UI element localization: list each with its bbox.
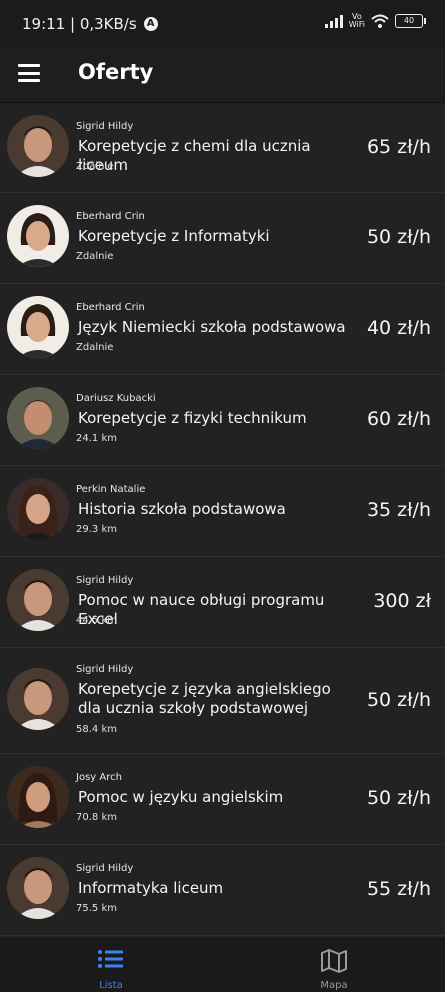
offer-author: Dariusz Kubacki: [76, 393, 156, 404]
avatar: [7, 478, 69, 540]
offer-title: Informatyka liceum: [78, 879, 224, 897]
offer-item[interactable]: Eberhard Crin Język Niemiecki szkoła pod…: [0, 284, 445, 375]
offer-item[interactable]: Sigrid Hildy Korepetycje z chemi dla ucz…: [0, 103, 445, 193]
offer-item[interactable]: Sigrid Hildy Informatyka liceum 75.5 km …: [0, 845, 445, 936]
list-icon: [98, 950, 123, 968]
offer-title: Pomoc w nauce obługi programu Excel: [78, 591, 325, 628]
avatar: [7, 296, 69, 358]
offer-item[interactable]: Eberhard Crin Korepetycje z Informatyki …: [0, 193, 445, 284]
page-title: Oferty: [78, 60, 154, 84]
offer-author: Sigrid Hildy: [76, 863, 134, 874]
offer-location: 70.8 km: [76, 812, 117, 823]
offer-title: Korepetycje z języka angielskiego dla uc…: [78, 680, 331, 717]
app-bar: Oferty: [0, 48, 445, 103]
offer-item[interactable]: Sigrid Hildy Korepetycje z języka angiel…: [0, 648, 445, 754]
offer-item[interactable]: Josy Arch Pomoc w języku angielskim 70.8…: [0, 754, 445, 845]
offer-location: 44.5 km: [76, 615, 117, 626]
offer-location: Zdalnie: [76, 342, 114, 353]
hamburger-menu-icon[interactable]: [18, 64, 40, 82]
offer-author: Eberhard Crin: [76, 211, 145, 222]
status-left: 19:11 | 0,3KB/s A: [22, 15, 158, 33]
status-a-icon: A: [143, 17, 158, 31]
avatar: [7, 205, 69, 267]
bottom-navigation: Lista Mapa: [0, 938, 445, 992]
offer-location: 75.5 km: [76, 903, 117, 914]
offer-item[interactable]: Perkin Natalie Historia szkoła podstawow…: [0, 466, 445, 557]
signal-icon: [324, 14, 343, 28]
offer-title: Korepetycje z chemi dla ucznia liceum: [78, 137, 311, 174]
offer-author: Sigrid Hildy: [76, 664, 134, 675]
offer-title: Historia szkoła podstawowa: [78, 500, 286, 518]
offer-location: 58.4 km: [76, 724, 117, 735]
avatar: [7, 569, 69, 631]
offer-item[interactable]: Dariusz Kubacki Korepetycje z fizyki tec…: [0, 375, 445, 466]
offer-item[interactable]: Sigrid Hildy Pomoc w nauce obługi progra…: [0, 557, 445, 648]
nav-map-label: Mapa: [320, 980, 348, 991]
offer-price: 40 zł/h: [366, 317, 431, 339]
offer-price: 300 zł: [373, 590, 431, 612]
offer-price: 50 zł/h: [366, 226, 431, 248]
avatar: [7, 857, 69, 919]
avatar: [7, 115, 69, 177]
wifi-icon: [371, 14, 389, 28]
offer-author: Sigrid Hildy: [76, 575, 134, 586]
offer-title: Pomoc w języku angielskim: [78, 788, 284, 806]
status-right: Vo WiFi 40: [324, 12, 426, 29]
offer-location: Zdalnie: [76, 161, 114, 172]
avatar: [7, 387, 69, 449]
offer-author: Perkin Natalie: [76, 484, 146, 495]
avatar: [7, 668, 69, 730]
nav-list-button[interactable]: Lista: [0, 939, 222, 992]
offer-price: 50 zł/h: [366, 689, 431, 711]
avatar: [7, 766, 69, 828]
offer-title: Korepetycje z fizyki technikum: [78, 409, 307, 427]
battery-icon: 40: [395, 14, 426, 28]
offer-price: 55 zł/h: [366, 878, 431, 900]
status-time-speed: 19:11 | 0,3KB/s: [22, 15, 137, 33]
status-bar: 19:11 | 0,3KB/s A Vo WiFi 40: [0, 0, 445, 48]
offer-author: Josy Arch: [76, 772, 122, 783]
map-icon: [321, 949, 347, 973]
offer-title: Język Niemiecki szkoła podstawowa: [78, 318, 346, 336]
vowifi-icon: Vo WiFi: [348, 12, 365, 29]
offer-price: 35 zł/h: [366, 499, 431, 521]
offer-title: Korepetycje z Informatyki: [78, 227, 270, 245]
offer-location: Zdalnie: [76, 251, 114, 262]
offer-author: Eberhard Crin: [76, 302, 145, 313]
nav-list-label: Lista: [99, 980, 123, 991]
offer-location: 24.1 km: [76, 433, 117, 444]
offer-author: Sigrid Hildy: [76, 121, 134, 132]
offer-price: 60 zł/h: [366, 408, 431, 430]
offer-price: 65 zł/h: [366, 136, 431, 158]
nav-map-button[interactable]: Mapa: [223, 939, 445, 992]
offer-price: 50 zł/h: [366, 787, 431, 809]
offers-list[interactable]: Sigrid Hildy Korepetycje z chemi dla ucz…: [0, 103, 445, 938]
offer-location: 29.3 km: [76, 524, 117, 535]
